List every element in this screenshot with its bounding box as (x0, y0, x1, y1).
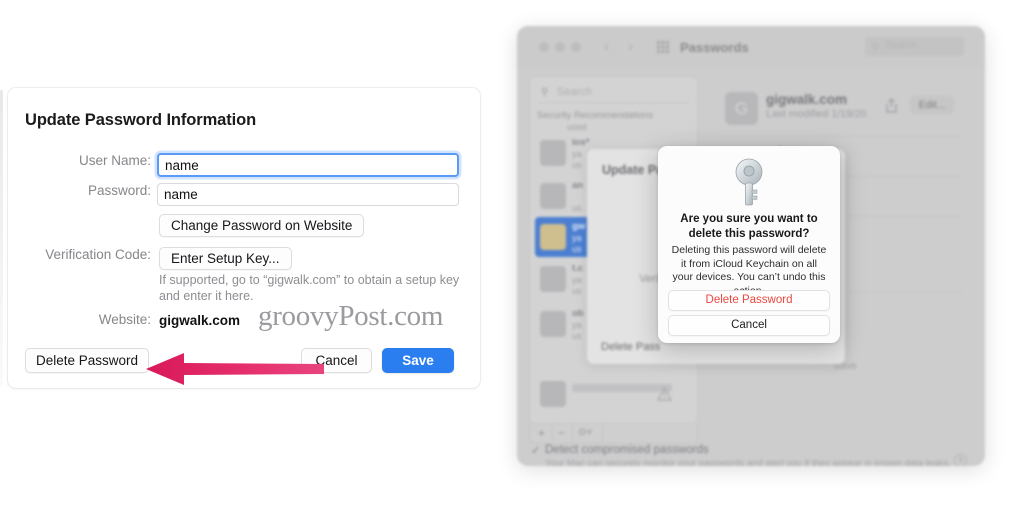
list-item-title: ob (572, 308, 584, 319)
window-titlebar: ‹ › Passwords ⚲ Search (517, 26, 985, 68)
remove-password-button[interactable]: − (558, 426, 565, 440)
list-item-detail: us (572, 244, 582, 254)
back-chevron-icon[interactable]: ‹ (604, 38, 609, 55)
watermark-groovypost: groovyPost.com (258, 300, 444, 332)
website-label: Website: (98, 312, 151, 327)
field-row-username: User Name: (8, 153, 480, 177)
site-favicon-icon (540, 311, 566, 337)
username-input[interactable] (157, 153, 459, 177)
sheet-footer: Delete Password Cancel Save (8, 348, 480, 388)
detect-compromised-passwords-sublabel: Your Mac can securely monitor your passw… (545, 458, 951, 466)
alert-delete-password-button[interactable]: Delete Password (668, 290, 830, 311)
alert-cancel-button[interactable]: Cancel (668, 315, 830, 336)
list-item-detail: us (572, 286, 582, 296)
forward-chevron-icon[interactable]: › (628, 38, 633, 55)
more-options-button[interactable]: ⊙˅ (578, 427, 592, 438)
detail-last-modified: Last modified 1/19/20 (766, 108, 867, 120)
security-recommendations-header: Security Recommendations (537, 110, 654, 121)
key-icon (735, 158, 763, 206)
search-icon: ⚲ (872, 42, 879, 52)
field-row-change-password: Change Password on Website (8, 214, 480, 238)
warning-triangle-icon (657, 387, 672, 401)
help-button[interactable]: ? (954, 454, 967, 466)
password-label: Password: (87, 183, 151, 198)
add-password-button[interactable]: + (538, 426, 545, 440)
minimize-traffic-light[interactable] (555, 42, 565, 52)
website-value: gigwalk.com (159, 313, 241, 328)
list-item-detail: us (572, 331, 582, 341)
avatar: G (725, 92, 758, 125)
sidebar-search-input[interactable]: ⚲ Search (539, 85, 689, 103)
site-favicon-icon (540, 183, 566, 209)
list-item-subtitle: ya (572, 149, 582, 159)
site-favicon-icon (540, 140, 566, 166)
save-button[interactable]: Save (382, 348, 454, 373)
field-row-verification-code: Verification Code: Enter Setup Key... (8, 247, 480, 271)
share-icon[interactable] (885, 98, 898, 113)
page-title: Update Password Information (25, 111, 257, 129)
close-traffic-light[interactable] (539, 42, 549, 52)
enter-setup-key-button[interactable]: Enter Setup Key... (159, 247, 292, 270)
list-item-title: t.c (572, 263, 584, 274)
username-label: User Name: (78, 153, 151, 168)
list-item-subtitle: ya (572, 233, 582, 243)
titlebar-search-input[interactable]: ⚲ Search (865, 37, 964, 56)
inner-delete-password-button[interactable]: Delete Pass (601, 341, 660, 353)
bottom-status-bar: ✓ Detect compromised passwords Your Mac … (517, 444, 985, 466)
window-title: Passwords (680, 40, 749, 55)
list-item-detail: us (572, 203, 582, 213)
detect-compromised-passwords-label[interactable]: Detect compromised passwords (545, 444, 709, 456)
sidebar-toolbar: + − ⊙˅ (529, 424, 698, 444)
partial-top-label: used (567, 122, 587, 132)
search-icon: ⚲ (541, 87, 549, 98)
delete-password-alert: Are you sure you want to delete this pas… (658, 146, 840, 343)
list-item-title: gw (572, 221, 586, 232)
site-favicon-icon (540, 381, 566, 407)
site-favicon-icon (540, 266, 566, 292)
list-item-title: ios* (572, 137, 590, 148)
update-password-sheet: Update Password Information User Name: P… (0, 88, 480, 388)
edit-button[interactable]: Edit... (910, 96, 954, 114)
delete-password-button[interactable]: Delete Password (25, 348, 150, 373)
cancel-button[interactable]: Cancel (301, 348, 372, 373)
checkmark-icon[interactable]: ✓ (531, 444, 540, 457)
change-password-on-website-button[interactable]: Change Password on Website (159, 214, 365, 237)
maximize-traffic-light[interactable] (571, 42, 581, 52)
titlebar-search-placeholder: Search (885, 40, 917, 51)
password-input[interactable] (157, 183, 459, 206)
detail-host-name: gigwalk.com (766, 92, 848, 107)
list-item-detail: us (572, 160, 582, 170)
verification-code-label: Verification Code: (45, 247, 151, 262)
site-favicon-icon (540, 224, 566, 250)
field-row-password: Password: (8, 183, 480, 207)
list-item-subtitle: ya (572, 275, 582, 285)
list-item-title: an (572, 180, 584, 191)
grid-icon[interactable] (657, 41, 669, 53)
sidebar-search-placeholder: Search (557, 86, 592, 98)
list-item-subtitle: ya (572, 320, 582, 330)
alert-title: Are you sure you want to delete this pas… (680, 213, 818, 240)
